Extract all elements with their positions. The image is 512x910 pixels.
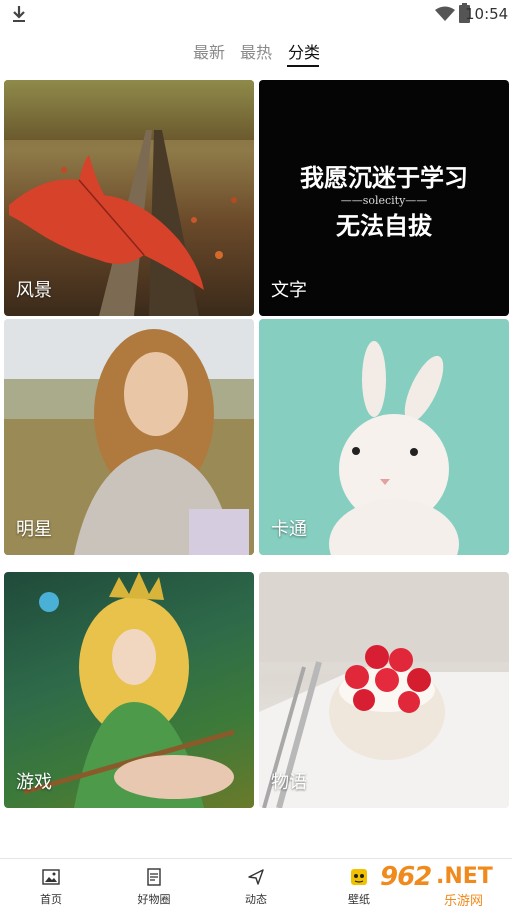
- category-tabs: 最新 最热 分类: [0, 30, 512, 70]
- category-grid: 风景 我愿沉迷于学习 ——solecity—— 无法自拔 文字 明星 卡通 游戏…: [0, 78, 512, 826]
- quote-line-2: 无法自拔: [336, 211, 432, 240]
- tab-latest[interactable]: 最新: [193, 39, 225, 63]
- tab-category[interactable]: 分类: [288, 39, 320, 63]
- site-watermark: 962 .NET 乐游网: [374, 862, 512, 910]
- category-label: 卡通: [271, 519, 307, 540]
- category-card-landscape[interactable]: 风景: [4, 80, 254, 316]
- category-label: 文字: [271, 280, 307, 301]
- nav-feed[interactable]: 动态: [221, 859, 291, 910]
- send-icon: [248, 869, 264, 885]
- category-label: 物语: [271, 772, 307, 793]
- wifi-icon: [435, 6, 455, 21]
- nav-feed-label: 动态: [245, 893, 267, 906]
- category-card-cartoon[interactable]: 卡通: [259, 319, 509, 555]
- category-card-celebrity[interactable]: 明星: [4, 319, 254, 555]
- quote-line-1: 我愿沉迷于学习: [300, 163, 468, 192]
- nav-goods[interactable]: 好物圈: [119, 859, 189, 910]
- category-label: 游戏: [16, 772, 52, 793]
- watermark-site: 乐游网: [444, 894, 484, 909]
- category-card-game[interactable]: 游戏: [4, 572, 254, 808]
- watermark-suffix: .NET: [436, 864, 493, 889]
- nav-home-label: 首页: [40, 893, 62, 906]
- category-card-story[interactable]: 物语: [259, 572, 509, 808]
- watermark-number: 962: [380, 862, 432, 892]
- category-label: 明星: [16, 519, 52, 540]
- active-tab-indicator: [287, 65, 319, 67]
- status-bar: 10:54: [0, 0, 512, 28]
- image-icon: [42, 869, 60, 885]
- nav-goods-label: 好物圈: [137, 893, 171, 906]
- tab-hottest[interactable]: 最热: [240, 39, 272, 63]
- document-icon: [147, 868, 161, 886]
- status-time: 10:54: [465, 5, 509, 23]
- category-label: 风景: [16, 280, 52, 301]
- category-card-text[interactable]: 我愿沉迷于学习 ——solecity—— 无法自拔 文字: [259, 80, 509, 316]
- nav-home[interactable]: 首页: [16, 859, 86, 910]
- download-icon: [13, 6, 25, 22]
- face-icon: [351, 869, 367, 885]
